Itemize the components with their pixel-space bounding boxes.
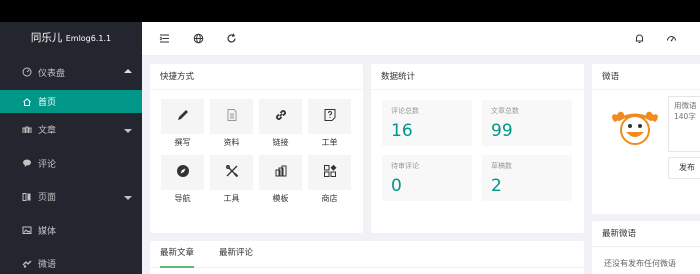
stat-label: 文章总数 <box>491 107 519 115</box>
stat-value: 99 <box>491 121 513 141</box>
sidebar: 同乐儿 Emlog6.1.1 仪表盘 首页 文章 评论 页面 媒体 微语 <box>0 22 142 274</box>
store-icon <box>323 164 337 181</box>
bell-icon[interactable] <box>634 33 645 44</box>
weiyu-title: 微语 <box>592 64 700 90</box>
publish-button[interactable]: 发布 <box>668 157 700 179</box>
dashboard-icon <box>22 67 32 77</box>
help-icon <box>323 108 337 125</box>
shortcut-label: 撰写 <box>174 138 191 147</box>
sidebar-item-label: 文章 <box>38 126 57 137</box>
stat-pending-comment: 待审评论 0 <box>382 155 472 201</box>
stat-label: 评论总数 <box>391 107 419 115</box>
sidebar-item-label: 媒体 <box>38 226 57 237</box>
sidebar-item-dashboard[interactable]: 仪表盘 <box>0 54 142 90</box>
shortcut-link[interactable]: 链接 <box>259 99 302 150</box>
menu-toggle-icon[interactable] <box>159 33 170 44</box>
sidebar-item-twitter[interactable]: 微语 <box>0 247 142 274</box>
stat-label: 待审评论 <box>391 162 419 170</box>
link-icon <box>274 108 288 125</box>
sidebar-item-comment[interactable]: 评论 <box>0 147 142 181</box>
shortcut-label: 模板 <box>272 194 289 203</box>
mascot-icon <box>610 108 660 151</box>
tabs-divider <box>150 267 584 268</box>
shortcut-label: 导航 <box>174 194 191 203</box>
shortcut-ticket[interactable]: 工单 <box>308 99 351 150</box>
shortcut-label: 链接 <box>272 138 289 147</box>
stat-draft-count: 草稿数 2 <box>482 155 572 201</box>
stats-title: 数据统计 <box>371 64 584 90</box>
shortcut-store[interactable]: 商店 <box>308 155 351 206</box>
chevron-up-icon <box>124 69 132 73</box>
template-icon <box>274 164 288 181</box>
shortcut-navigation[interactable]: 导航 <box>161 155 204 206</box>
shortcut-template[interactable]: 模板 <box>259 155 302 206</box>
sidebar-item-label: 页面 <box>38 193 57 204</box>
latest-weiyu-card: 最新微语 还没有发布任何微语 <box>592 221 700 274</box>
refresh-icon[interactable] <box>226 33 237 44</box>
shortcut-tools[interactable]: 工具 <box>210 155 253 206</box>
top-header <box>142 22 700 56</box>
weiyu-input[interactable] <box>668 96 700 152</box>
shortcut-label: 商店 <box>321 194 338 203</box>
sidebar-item-label: 微语 <box>38 260 57 271</box>
sidebar-item-label: 首页 <box>38 98 57 108</box>
shortcuts-title: 快捷方式 <box>150 64 363 90</box>
tools-icon <box>225 164 239 181</box>
shortcut-label: 资料 <box>223 138 240 147</box>
tab-latest-comments[interactable]: 最新评论 <box>219 241 253 268</box>
stat-article-total: 文章总数 99 <box>482 100 572 146</box>
compass-icon <box>176 164 190 181</box>
shortcuts-card: 快捷方式 撰写 资料 链接 工单 导航 工具 模板 商店 <box>150 64 363 233</box>
theme-icon[interactable] <box>666 33 677 44</box>
sidebar-item-label: 仪表盘 <box>38 68 66 79</box>
latest-weiyu-empty: 还没有发布任何微语 <box>604 259 676 268</box>
latest-weiyu-title: 最新微语 <box>592 221 700 247</box>
stats-card: 数据统计 评论总数 16 文章总数 99 待审评论 0 草稿数 2 <box>371 64 584 233</box>
page-icon <box>22 192 32 202</box>
shortcut-label: 工具 <box>223 194 240 203</box>
tab-latest-articles[interactable]: 最新文章 <box>160 241 195 268</box>
brand-name: 同乐儿 <box>30 32 63 44</box>
weiyu-card: 微语 发布 <box>592 64 700 214</box>
media-icon <box>22 225 32 235</box>
sidebar-item-page[interactable]: 页面 <box>0 180 142 214</box>
stat-comment-total: 评论总数 16 <box>382 100 472 146</box>
brand-version: Emlog6.1.1 <box>65 34 112 43</box>
stat-value: 2 <box>491 176 502 196</box>
chevron-down-icon <box>124 128 132 133</box>
stat-value: 0 <box>391 176 402 196</box>
sidebar-item-label: 评论 <box>38 159 57 170</box>
chevron-down-icon <box>124 195 132 200</box>
articles-card: 最新文章 最新评论 <box>150 241 584 274</box>
shortcut-label: 工单 <box>321 138 338 147</box>
pencil-icon <box>176 108 190 125</box>
brand: 同乐儿 Emlog6.1.1 <box>0 22 142 54</box>
comment-icon <box>22 158 32 168</box>
app-window: 同乐儿 Emlog6.1.1 仪表盘 首页 文章 评论 页面 媒体 微语 快捷方… <box>0 22 700 274</box>
twitter-icon <box>22 259 32 269</box>
home-icon <box>22 97 32 107</box>
sidebar-item-article[interactable]: 文章 <box>0 113 142 147</box>
sidebar-item-media[interactable]: 媒体 <box>0 214 142 248</box>
globe-icon[interactable] <box>193 33 204 44</box>
document-icon <box>225 108 239 125</box>
article-icon <box>22 125 32 135</box>
stat-value: 16 <box>391 121 413 141</box>
shortcut-document[interactable]: 资料 <box>210 99 253 150</box>
shortcut-write[interactable]: 撰写 <box>161 99 204 150</box>
sidebar-item-home[interactable]: 首页 <box>0 90 142 113</box>
stat-label: 草稿数 <box>491 162 512 170</box>
